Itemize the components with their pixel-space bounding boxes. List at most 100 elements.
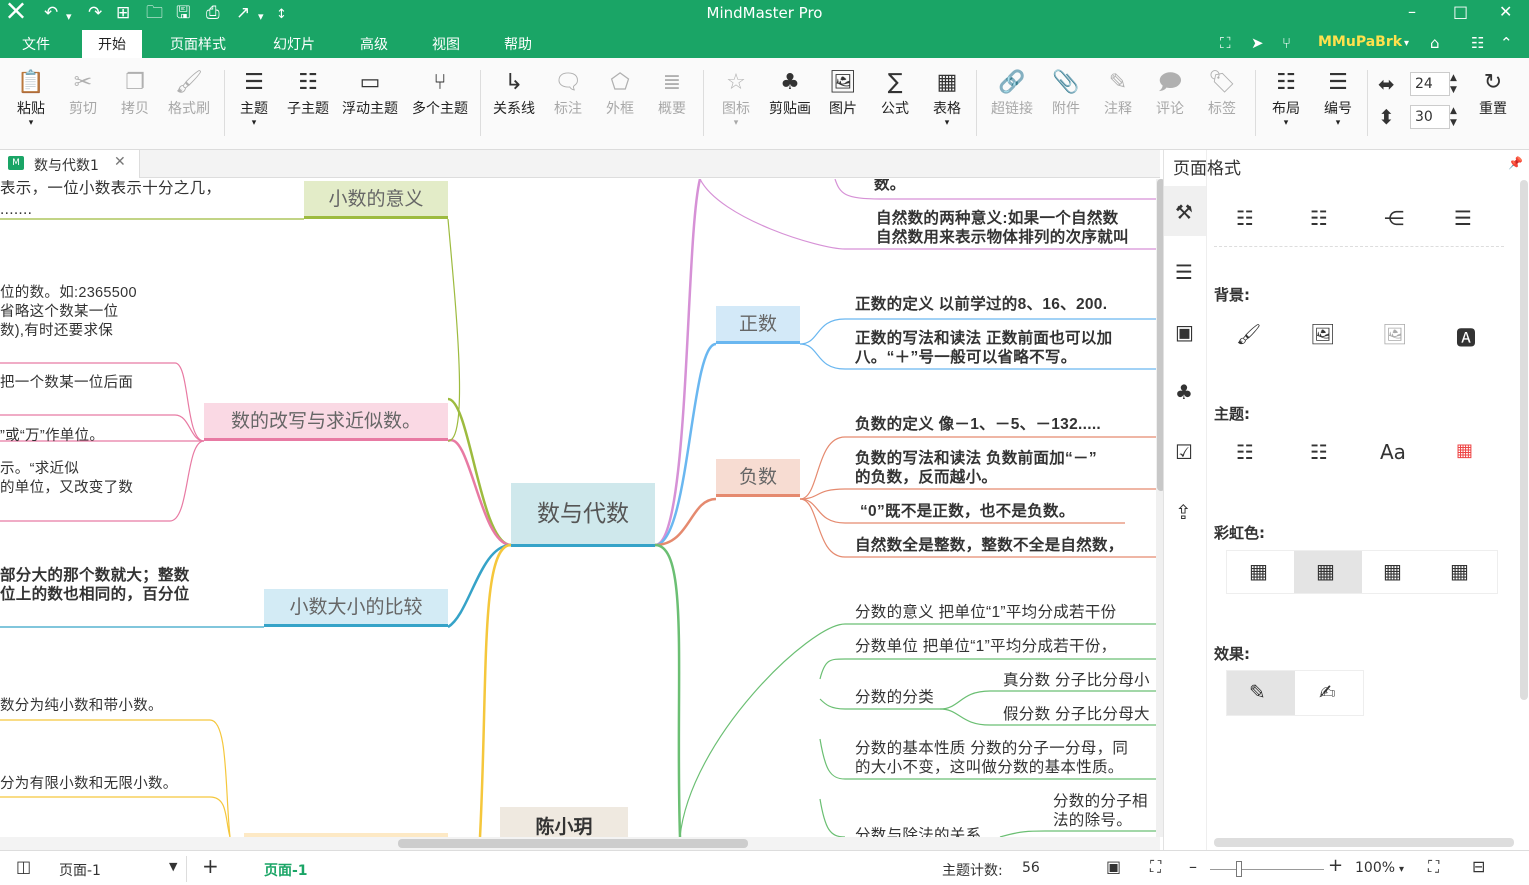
subtopic-text[interactable]: 示。“求近似 <box>0 460 79 479</box>
font-icon[interactable]: Aa <box>1380 440 1406 464</box>
zoom-slider-handle[interactable] <box>1236 861 1242 877</box>
zoom-level[interactable]: 100% <box>1355 860 1395 876</box>
collapse-panel-icon[interactable]: ⊟ <box>1472 857 1485 876</box>
rainbow-option-2-icon[interactable]: ▦ <box>1316 559 1335 583</box>
rainbow-option-3-icon[interactable]: ▦ <box>1383 559 1402 583</box>
hscroll-thumb[interactable] <box>398 839 748 848</box>
subtopic-text[interactable]: 数),有时还要求保 <box>0 322 113 341</box>
subtopic-text[interactable]: “0”既不是正数，也不是负数。 <box>860 502 1075 521</box>
fit-screen-icon[interactable]: ⛶ <box>1428 857 1439 877</box>
page-tab[interactable]: 页面-1 <box>264 860 308 880</box>
rainbow-option-4-icon[interactable]: ▦ <box>1450 559 1469 583</box>
reset-button[interactable]: ↻ 重置 <box>1476 68 1510 118</box>
subtopic-text[interactable]: ”或“万”作单位。 <box>0 427 104 446</box>
topic-decimal-meaning[interactable]: 小数的意义 <box>304 181 448 219</box>
effect-flat-icon[interactable]: ✎ <box>1249 680 1266 704</box>
subtopic-text[interactable]: 的负数，反而越小。 <box>855 468 997 487</box>
subtopic-text[interactable]: 位上的数也相同的，百分位 <box>0 585 190 604</box>
send-icon[interactable]: ➤ <box>1251 34 1264 52</box>
subtopic-text[interactable]: 负数的写法和读法 负数前面加“－” <box>855 449 1097 468</box>
close-tab-icon[interactable]: ✕ <box>114 154 126 170</box>
boundary-button[interactable]: ⬠ 外框 <box>603 68 637 118</box>
menu-view[interactable]: 视图 <box>432 34 460 54</box>
topic-decimal-compare[interactable]: 小数大小的比较 <box>264 589 448 627</box>
subtopic-text[interactable]: 分数与除法的关系 <box>855 826 981 837</box>
menu-page-style[interactable]: 页面样式 <box>170 34 226 54</box>
menu-home[interactable]: 开始 <box>82 30 142 58</box>
subtopic-text[interactable]: 数。 <box>874 179 906 194</box>
fill-color-icon[interactable]: 🖌 <box>1236 322 1261 346</box>
topic-negative-number[interactable]: 负数 <box>716 459 800 497</box>
zoom-in-icon[interactable]: + <box>1328 855 1343 876</box>
effect-hand-drawn-icon[interactable]: ✍ <box>1319 680 1336 704</box>
subtopic-text[interactable]: 的大小不变，这叫做分数的基本性质。 <box>855 758 1124 777</box>
fullscreen-view-icon[interactable]: ⛶ <box>1150 857 1161 877</box>
page-select[interactable]: 页面-1 ▼ <box>55 856 187 882</box>
subtopic-text[interactable]: 自然数的两种意义:如果一个自然数 <box>876 209 1118 228</box>
spinner-arrows-icon[interactable]: ▲ ▼ <box>1450 105 1457 129</box>
topic-rewrite-approx[interactable]: 数的改写与求近似数。 <box>204 403 448 441</box>
subtopic-text[interactable]: 部分大的那个数就大；整数 <box>0 566 190 585</box>
outline-list-icon[interactable]: ☰ <box>1175 260 1193 284</box>
multiple-topics-button[interactable]: ⑂ 多个主题 <box>408 68 472 118</box>
subtopic-text[interactable]: 正数的写法和读法 正数前面也可以加 <box>855 329 1112 348</box>
connector-style-icon[interactable]: ⋲ <box>1384 206 1404 230</box>
numbering-button[interactable]: ☰ 编号 ▾ <box>1321 68 1355 128</box>
subtopic-text[interactable]: 负数的定义 像－1、－5、－132..... <box>855 415 1101 434</box>
subtopic-text[interactable]: 分数单位 把单位“1”平均分成若干份， <box>855 637 1116 656</box>
subtopic-text[interactable]: 分数的基本性质 分数的分子一分母，同 <box>855 739 1128 758</box>
menu-file[interactable]: 文件 <box>22 34 50 54</box>
subtopic-text[interactable]: 正数的定义 以前学过的8、16、200. <box>855 295 1107 314</box>
user-account[interactable]: MMuPaBrk <box>1318 34 1402 50</box>
subtopic-text[interactable]: 自然数用来表示物体排列的次序就叫 <box>876 228 1129 247</box>
page-format-icon[interactable]: ⚒ <box>1175 200 1193 224</box>
subtopic-text[interactable]: 分为有限小数和无限小数。 <box>0 775 178 794</box>
subtopic-text[interactable]: 数分为纯小数和带小数。 <box>0 697 163 716</box>
badge-panel-icon[interactable]: ▣ <box>1175 320 1194 344</box>
maximize-button[interactable]: □ <box>1453 2 1468 21</box>
horizontal-spacing-input[interactable]: 24 <box>1410 72 1450 96</box>
comment-button[interactable]: 🗩 评论 <box>1153 68 1187 118</box>
pin-icon[interactable]: 📌 <box>1508 156 1523 170</box>
format-painter-button[interactable]: 🖌 格式刷 <box>164 68 214 118</box>
collapse-ribbon-icon[interactable]: ⌃ <box>1500 34 1513 52</box>
color-palette-icon[interactable]: ▦ <box>1456 440 1473 461</box>
topic-button[interactable]: ☰ 主题 ▾ <box>237 68 271 128</box>
skin-icon[interactable]: ⌂ <box>1430 34 1440 52</box>
tag-button[interactable]: 🏷 标签 <box>1205 68 1239 118</box>
zoom-out-icon[interactable]: – <box>1189 857 1197 876</box>
subtopic-text[interactable]: 法的除号。 <box>1053 811 1132 830</box>
summary-button[interactable]: ≣ 概要 <box>655 68 689 118</box>
floating-topic-button[interactable]: ▭ 浮动主题 <box>338 68 402 118</box>
cut-button[interactable]: ✂ 剪切 <box>66 68 100 118</box>
topic-positive-number[interactable]: 正数 <box>716 306 800 344</box>
zoom-dropdown-icon[interactable]: ▾ <box>1399 864 1404 875</box>
layout-tree-icon[interactable]: ☷ <box>1310 206 1328 230</box>
subtopic-text[interactable]: 把一个数某一位后面 <box>0 374 133 393</box>
background-image-icon[interactable]: 🖼 <box>1310 322 1335 346</box>
menu-advanced[interactable]: 高级 <box>360 34 388 54</box>
subtopic-text[interactable]: 假分数 分子比分母大 <box>1003 705 1150 724</box>
fullscreen-icon[interactable]: ⛶ <box>1220 34 1231 52</box>
structure-grid-icon[interactable]: ☷ <box>1236 206 1254 230</box>
icon-button[interactable]: ☆ 图标 ▾ <box>719 68 753 128</box>
subtopic-text[interactable]: 八。“＋”号一般可以省略不写。 <box>855 348 1077 367</box>
user-dropdown-icon[interactable]: ▾ <box>1404 38 1409 49</box>
export-panel-icon[interactable]: ⇪ <box>1175 500 1192 524</box>
hyperlink-button[interactable]: 🔗 超链接 <box>988 68 1036 118</box>
subtopic-text[interactable]: 分数的分类 <box>855 688 934 707</box>
document-tab[interactable]: M 数与代数1 ✕ <box>0 150 140 178</box>
floating-topic[interactable]: 陈小玥 <box>500 807 628 837</box>
task-panel-icon[interactable]: ☑ <box>1175 440 1193 464</box>
panel-hscrollbar[interactable] <box>1214 838 1514 847</box>
numbering-style-icon[interactable]: ☰ <box>1454 206 1472 230</box>
subtopic-text[interactable]: ....... <box>0 200 32 219</box>
subtopic-text[interactable]: 自然数全是整数，整数不全是自然数， <box>855 536 1124 555</box>
subtopic-text[interactable]: 分数的分子相 <box>1053 792 1148 811</box>
layout-button[interactable]: ☷ 布局 ▾ <box>1269 68 1303 128</box>
vertical-spacing-input[interactable]: 30 <box>1410 105 1450 129</box>
watermark-icon[interactable]: 🅰 <box>1456 322 1476 351</box>
minimize-button[interactable]: – <box>1408 2 1416 21</box>
remove-image-icon[interactable]: 🖼 <box>1382 322 1407 346</box>
subtopic-text[interactable]: 省略这个数某一位 <box>0 303 118 322</box>
